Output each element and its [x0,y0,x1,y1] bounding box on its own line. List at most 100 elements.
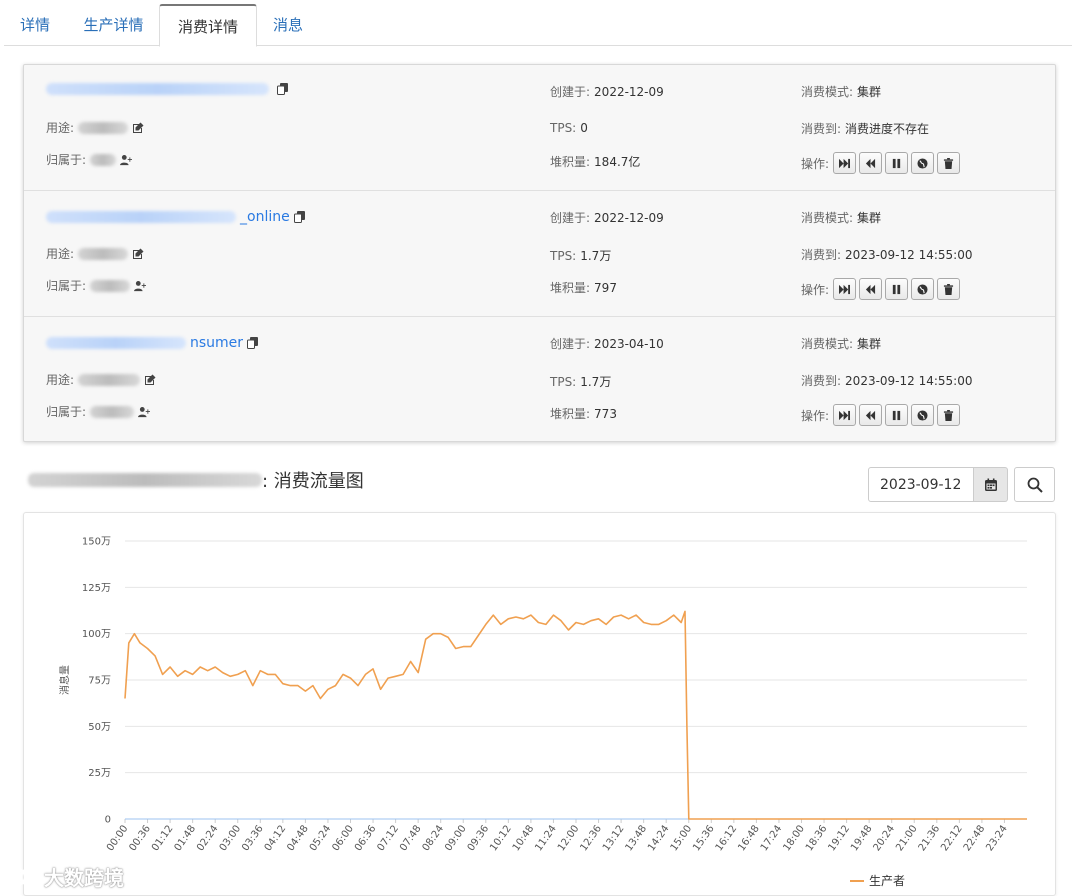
rewind-icon [865,284,876,294]
purpose-value [78,373,141,386]
skip-forward-icon [839,410,851,420]
created-date: 创建于: 2022-12-09 [550,210,664,226]
consumer-details-page: 详情 生产详情 消费详情 消息 用途: 归属于: 创建于: 2022-12-09… [0,0,1080,896]
x-tick-label: 03:00 [218,823,244,853]
x-tick-label: 06:00 [330,823,356,853]
skip-button[interactable] [833,152,857,174]
edit-icon[interactable] [132,248,144,260]
copy-icon[interactable] [293,211,306,223]
x-tick-label: 08:24 [421,823,447,853]
consumer-name[interactable]: _online [46,209,306,225]
rewind-icon [865,410,876,420]
calendar-button[interactable] [974,467,1008,502]
reset-button[interactable] [911,404,935,426]
skip-button[interactable] [833,278,857,300]
consumed-to: 消费到: 2023-09-12 14:55:00 [801,247,973,263]
x-tick-label: 09:36 [466,823,492,853]
consumer-row: nsumer 用途: 归属于: 创建于: 2023-04-10 TPS: 1.7… [24,317,1055,443]
tab-messages[interactable]: 消息 [257,4,319,46]
skip-button[interactable] [833,404,857,426]
pause-icon [892,284,901,294]
y-tick-label: 75万 [88,676,111,687]
tps-value: TPS: 1.7万 [550,248,612,264]
rewind-icon [865,158,876,168]
chart-title: : 消费流量图 [28,467,364,493]
watermark: 大数跨境 [8,862,124,891]
globe-icon [917,409,928,421]
consumer-row: 用途: 归属于: 创建于: 2022-12-09 TPS: 0 堆积量: 184… [24,65,1055,191]
delete-button[interactable] [937,278,961,300]
y-tick-label: 25万 [88,768,111,779]
purpose-value [78,121,129,134]
x-tick-label: 05:24 [308,823,334,853]
user-plus-icon[interactable] [134,280,147,292]
traffic-chart: 0 25万 50万 75万 100万 125万 150万消息量 00:0000:3601:12… [58,537,1027,888]
rewind-button[interactable] [859,152,883,174]
rewind-button[interactable] [859,404,883,426]
x-tick-label: 18:36 [804,823,830,853]
x-tick-label: 22:48 [962,823,988,853]
x-tick-label: 20:24 [872,823,898,853]
x-tick-label: 21:00 [894,823,920,853]
backlog-value: 堆积量: 797 [550,280,617,296]
delete-button[interactable] [937,152,961,174]
x-tick-label: 13:12 [601,823,627,853]
reset-button[interactable] [911,278,935,300]
user-plus-icon[interactable] [120,154,133,166]
copy-icon[interactable] [277,83,289,95]
x-tick-label: 00:00 [105,823,131,853]
x-tick-label: 15:36 [691,823,717,853]
x-tick-label: 06:36 [353,823,379,853]
tps-value: TPS: 1.7万 [550,374,612,390]
edit-icon[interactable] [132,122,144,134]
x-tick-label: 16:12 [714,823,740,853]
consumer-list-panel: 用途: 归属于: 创建于: 2022-12-09 TPS: 0 堆积量: 184… [23,64,1056,442]
search-icon [1027,477,1043,493]
x-tick-label: 07:48 [398,823,424,853]
pause-button[interactable] [885,152,909,174]
consumer-owner: 归属于: [46,151,133,168]
operations: 操作: [801,278,961,300]
tab-production-details[interactable]: 生产详情 [68,4,159,46]
copy-icon[interactable] [247,337,259,349]
x-tick-label: 17:24 [759,823,785,853]
consumer-name[interactable] [46,83,289,95]
reset-button[interactable] [911,152,935,174]
consumer-purpose: 用途: [46,119,144,136]
consumer-name-link[interactable] [46,211,236,223]
rewind-button[interactable] [859,278,883,300]
tab-consumption-details[interactable]: 消费详情 [159,4,257,47]
skip-forward-icon [839,158,851,168]
pause-button[interactable] [885,404,909,426]
series-line-producer [124,610,1027,820]
chart-title-text: : 消费流量图 [262,471,364,492]
owner-value [90,153,117,166]
trash-icon [943,157,954,169]
x-tick-label: 04:12 [263,823,289,853]
x-tick-label: 19:12 [827,823,853,853]
date-input[interactable] [868,467,974,502]
delete-button[interactable] [937,404,961,426]
x-tick-label: 21:36 [917,823,943,853]
x-tick-label: 01:48 [173,823,199,853]
watermark-logo [8,867,38,886]
consume-mode: 消费模式: 集群 [801,85,882,99]
user-plus-icon[interactable] [138,406,151,418]
pause-button[interactable] [885,278,909,300]
trash-icon [943,283,954,295]
search-button[interactable] [1014,467,1055,502]
owner-value [90,405,135,418]
x-tick-label: 10:48 [511,823,537,853]
consumer-name[interactable]: nsumer [46,335,259,351]
tab-details[interactable]: 详情 [4,4,66,46]
x-tick-label: 22:12 [939,823,965,853]
edit-icon[interactable] [144,374,156,386]
y-tick-label: 150万 [82,537,111,548]
consumer-owner: 归属于: [46,277,147,294]
consumer-name-link[interactable] [46,337,186,349]
tps-value: TPS: 0 [550,121,588,135]
x-tick-label: 04:48 [285,823,311,853]
consumer-name-link[interactable] [46,83,269,95]
consumed-to: 消费到: 消费进度不存在 [801,122,930,136]
x-tick-label: 07:12 [376,823,402,853]
